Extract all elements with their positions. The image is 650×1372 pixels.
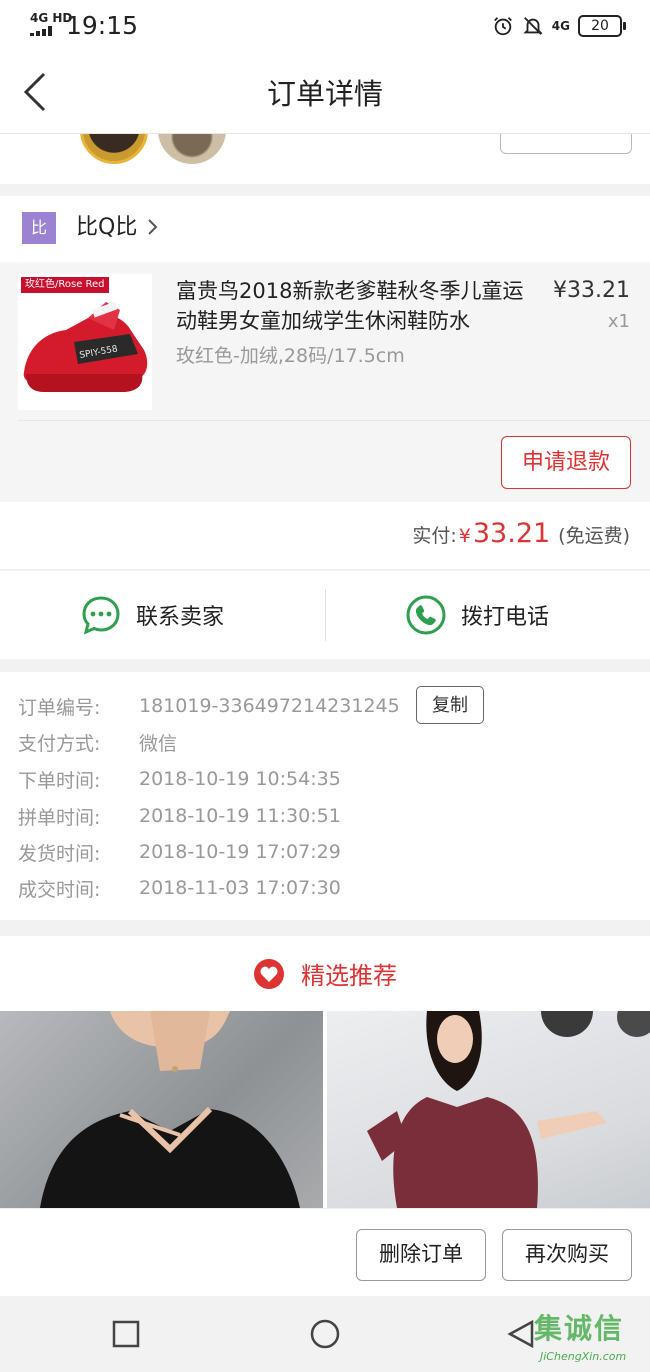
recommend-title: 精选推荐 xyxy=(301,962,397,990)
mute-bell-icon xyxy=(523,17,543,35)
image-tag: 玫红色/Rose Red xyxy=(21,277,109,293)
info-value: 微信 xyxy=(139,732,178,755)
product-card[interactable]: SPIY-558 玫红色/Rose Red 富贵鸟2018新款老爹鞋秋冬季儿童运… xyxy=(0,262,650,502)
divider xyxy=(18,420,650,421)
group-buy-strip xyxy=(0,134,650,184)
info-value: 2018-10-19 17:07:29 xyxy=(139,841,341,863)
info-value: 2018-10-19 11:30:51 xyxy=(139,805,341,827)
system-nav-bar: 集诚信 JiChengXin.com xyxy=(0,1296,650,1372)
info-row: 成交时间: 2018-11-03 17:07:30 xyxy=(18,873,341,903)
phone-icon xyxy=(406,595,446,635)
contact-seller-label: 联系卖家 xyxy=(136,605,225,630)
currency-symbol: ¥ xyxy=(458,525,471,547)
product-price: ¥33.21 xyxy=(553,278,630,303)
info-key: 支付方式: xyxy=(18,732,101,755)
chat-bubble-icon xyxy=(82,596,120,635)
info-value: 2018-10-19 10:54:35 xyxy=(139,768,341,790)
contact-seller-button[interactable]: 联系卖家 xyxy=(80,571,224,659)
product-quantity: x1 xyxy=(607,311,630,332)
copy-button[interactable]: 复制 xyxy=(416,686,484,724)
rebuy-button[interactable]: 再次购买 xyxy=(502,1229,632,1281)
avatar xyxy=(158,134,226,164)
alarm-icon xyxy=(493,17,512,36)
info-row: 订单编号: 181019-336497214231245 xyxy=(18,691,400,721)
info-key: 发货时间: xyxy=(18,842,101,865)
shipping-note: (免运费) xyxy=(558,525,630,547)
chevron-right-icon xyxy=(148,219,158,235)
watermark-url: JiChengXin.com xyxy=(540,1350,627,1363)
signal-icon xyxy=(30,26,56,36)
watermark-text: 集诚信 xyxy=(534,1312,625,1345)
lte-indicator: 4G xyxy=(551,19,570,33)
refund-button[interactable]: 申请退款 xyxy=(501,436,631,489)
battery-icon: 20 xyxy=(578,15,626,37)
heart-icon xyxy=(254,958,284,989)
status-bar: 4G HD 19:15 4G 20 xyxy=(0,0,650,52)
product-photo xyxy=(367,1011,650,1208)
partial-button[interactable] xyxy=(500,134,632,154)
paid-label: 实付: xyxy=(412,525,457,547)
paid-amount: 33.21 xyxy=(472,518,551,549)
recommend-grid xyxy=(0,1011,650,1208)
product-spec: 玫红色-加绒,28码/17.5cm xyxy=(176,345,405,367)
nav-bar: 订单详情 xyxy=(0,52,650,134)
clock: 19:15 xyxy=(66,11,139,40)
call-button[interactable]: 拨打电话 xyxy=(405,571,549,659)
payment-summary: 实付: ¥ 33.21 (免运费) xyxy=(0,502,650,570)
product-image[interactable]: SPIY-558 玫红色/Rose Red xyxy=(18,274,152,410)
info-row: 拼单时间: 2018-10-19 11:30:51 xyxy=(18,801,341,831)
info-key: 成交时间: xyxy=(18,878,101,901)
recommend-header: 精选推荐 xyxy=(0,936,650,1011)
recommend-item-image[interactable] xyxy=(327,1011,650,1208)
sneaker-image: SPIY-558 xyxy=(23,301,148,392)
info-row: 发货时间: 2018-10-19 17:07:29 xyxy=(18,837,341,867)
product-photo xyxy=(40,1011,300,1208)
contact-row: 联系卖家 拨打电话 xyxy=(0,571,650,659)
recommend-item-image[interactable] xyxy=(0,1011,323,1208)
watermark-logo: 集诚信 JiChengXin.com xyxy=(534,1312,644,1368)
delete-order-button[interactable]: 删除订单 xyxy=(356,1229,486,1281)
call-label: 拨打电话 xyxy=(461,605,550,630)
shop-row[interactable]: 比 比Q比 xyxy=(0,196,650,262)
order-number: 181019-336497214231245 xyxy=(139,695,400,717)
home-icon[interactable] xyxy=(309,1318,341,1350)
avatar xyxy=(80,134,148,164)
info-key: 拼单时间: xyxy=(18,806,101,829)
product-name[interactable]: 富贵鸟2018新款老爹鞋秋冬季儿童运动鞋男女童加绒学生休闲鞋防水 xyxy=(176,276,532,336)
info-value: 2018-11-03 17:07:30 xyxy=(139,877,341,899)
page-title: 订单详情 xyxy=(266,77,383,111)
info-row: 支付方式: 微信 xyxy=(18,727,177,757)
shop-name[interactable]: 比Q比 xyxy=(76,213,137,243)
info-key: 下单时间: xyxy=(18,769,101,792)
info-row: 下单时间: 2018-10-19 10:54:35 xyxy=(18,764,341,794)
shop-logo: 比 xyxy=(22,212,56,244)
bottom-action-bar: 删除订单 再次购买 xyxy=(0,1208,650,1296)
recent-apps-icon[interactable] xyxy=(110,1318,142,1350)
order-info: 订单编号: 181019-336497214231245 复制 支付方式: 微信… xyxy=(0,672,650,920)
info-key: 订单编号: xyxy=(18,696,101,719)
divider xyxy=(325,589,326,641)
